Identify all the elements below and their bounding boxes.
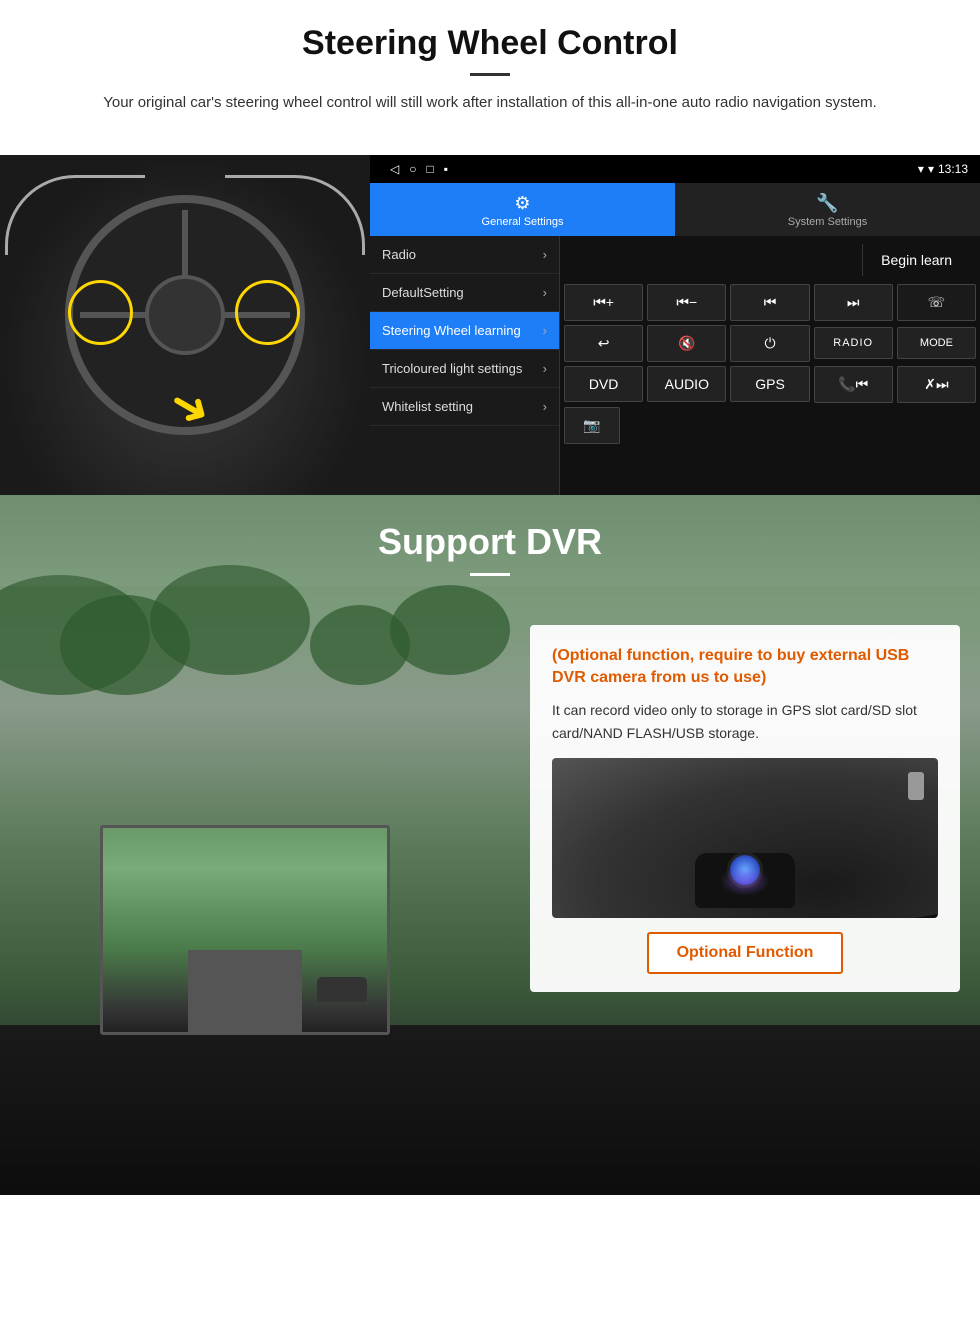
btn-phone[interactable]: ☏ — [897, 284, 976, 321]
menu-item-steering-wheel[interactable]: Steering Wheel learning › — [370, 312, 559, 350]
statusbar-status: ▾ ▾ 13:13 — [918, 162, 968, 176]
menu-tricoloured-label: Tricoloured light settings — [382, 361, 522, 376]
tab-system-settings[interactable]: 🔧 System Settings — [675, 183, 980, 236]
menu-default-label: DefaultSetting — [382, 285, 464, 300]
android-ui-panel: ◁ ○ □ ▪ ▾ ▾ 13:13 ⚙ General Settings 🔧 S… — [370, 155, 980, 495]
settings-menu: Radio › DefaultSetting › Steering Wheel … — [370, 236, 560, 495]
btn-camera[interactable]: 📷 — [564, 407, 620, 444]
control-row-3: DVD AUDIO GPS 📞⏮ ✗⏭ — [564, 366, 976, 403]
sw-highlight-left — [68, 280, 133, 345]
chevron-right-icon: › — [543, 323, 547, 338]
optional-function-button[interactable]: Optional Function — [647, 932, 844, 974]
btn-prev-track[interactable]: ⏮ — [730, 284, 809, 321]
camera-cable — [741, 914, 938, 918]
btn-mute[interactable]: 🔇 — [647, 325, 726, 362]
dvr-heading-area: Support DVR — [0, 495, 980, 586]
title-divider — [470, 73, 510, 76]
menu-whitelist-label: Whitelist setting — [382, 399, 473, 414]
begin-learn-button[interactable]: Begin learn — [862, 244, 970, 276]
dvr-camera-image — [552, 758, 938, 918]
dvr-info-title: (Optional function, require to buy exter… — [552, 645, 938, 690]
lens-glow — [720, 866, 770, 896]
dvr-info-box: (Optional function, require to buy exter… — [530, 625, 960, 993]
android-statusbar: ◁ ○ □ ▪ ▾ ▾ 13:13 — [370, 155, 980, 183]
btn-power[interactable]: ⏻ — [730, 325, 809, 362]
sw-spoke-top — [182, 210, 188, 280]
tab-general-settings[interactable]: ⚙ General Settings — [370, 183, 675, 236]
sw-highlight-right — [235, 280, 300, 345]
menu-icon: ▪ — [444, 162, 448, 176]
back-icon: ◁ — [390, 162, 399, 176]
dvr-small-screen — [100, 825, 390, 1035]
usb-connector — [908, 772, 924, 800]
car-photo: ➜ — [0, 155, 370, 495]
android-content-area: Radio › DefaultSetting › Steering Wheel … — [370, 236, 980, 495]
menu-steering-label: Steering Wheel learning — [382, 323, 521, 338]
btn-vol-up[interactable]: ⏮+ — [564, 284, 643, 321]
sw-hub — [145, 275, 225, 355]
btn-vol-down[interactable]: ⏮− — [647, 284, 726, 321]
btn-mute-next[interactable]: ✗⏭ — [897, 366, 976, 403]
dvr-car-silhouette — [317, 977, 367, 1002]
chevron-right-icon: › — [543, 247, 547, 262]
optional-function-area: Optional Function — [552, 932, 938, 974]
settings-gear-icon: ⚙ — [378, 193, 667, 214]
menu-item-whitelist[interactable]: Whitelist setting › — [370, 388, 559, 426]
dvr-title-divider — [470, 573, 510, 576]
chevron-right-icon: › — [543, 399, 547, 414]
begin-learn-row: Begin learn — [564, 240, 976, 280]
btn-gps[interactable]: GPS — [730, 366, 809, 402]
steering-wheel-buttons-area: Begin learn ⏮+ ⏮− ⏮ ⏭ ☏ ↩ 🔇 ⏻ RADIO MODE — [560, 236, 980, 495]
menu-item-default-setting[interactable]: DefaultSetting › — [370, 274, 559, 312]
control-row-4: 📷 — [564, 407, 976, 444]
control-row-2: ↩ 🔇 ⏻ RADIO MODE — [564, 325, 976, 362]
steering-subtitle: Your original car's steering wheel contr… — [80, 92, 900, 115]
dvr-road — [188, 950, 302, 1032]
control-row-1: ⏮+ ⏮− ⏮ ⏭ ☏ — [564, 284, 976, 321]
btn-next-track[interactable]: ⏭ — [814, 284, 893, 321]
chevron-right-icon: › — [543, 361, 547, 376]
home-icon: ○ — [409, 162, 416, 176]
btn-hang-up[interactable]: ↩ — [564, 325, 643, 362]
btn-dvd[interactable]: DVD — [564, 366, 643, 402]
btn-audio[interactable]: AUDIO — [647, 366, 726, 402]
menu-radio-label: Radio — [382, 247, 416, 262]
clock: 13:13 — [938, 162, 968, 176]
chevron-right-icon: › — [543, 285, 547, 300]
wifi-icon: ▾ — [928, 162, 934, 176]
dvr-section: Support DVR (Optional function, require … — [0, 495, 980, 1195]
menu-item-tricoloured[interactable]: Tricoloured light settings › — [370, 350, 559, 388]
btn-phone-prev[interactable]: 📞⏮ — [814, 366, 893, 403]
ui-screenshot: ➜ ◁ ○ □ ▪ ▾ ▾ 13:13 ⚙ General Settings — [0, 155, 980, 495]
android-tabs: ⚙ General Settings 🔧 System Settings — [370, 183, 980, 236]
menu-item-radio[interactable]: Radio › — [370, 236, 559, 274]
system-icon: 🔧 — [683, 193, 972, 214]
dvr-title: Support DVR — [0, 521, 980, 563]
recents-icon: □ — [426, 162, 433, 176]
tab-general-label: General Settings — [482, 216, 564, 228]
signal-icon: ▾ — [918, 162, 924, 176]
tab-system-label: System Settings — [788, 216, 867, 228]
steering-title: Steering Wheel Control — [40, 24, 940, 63]
statusbar-nav-icons: ◁ ○ □ ▪ — [382, 162, 914, 176]
dvr-dashboard — [0, 1025, 980, 1195]
btn-radio[interactable]: RADIO — [814, 327, 893, 359]
btn-mode[interactable]: MODE — [897, 327, 976, 359]
tree-blob-5 — [390, 585, 510, 675]
dvr-info-text: It can record video only to storage in G… — [552, 699, 938, 744]
steering-section: Steering Wheel Control Your original car… — [0, 0, 980, 155]
